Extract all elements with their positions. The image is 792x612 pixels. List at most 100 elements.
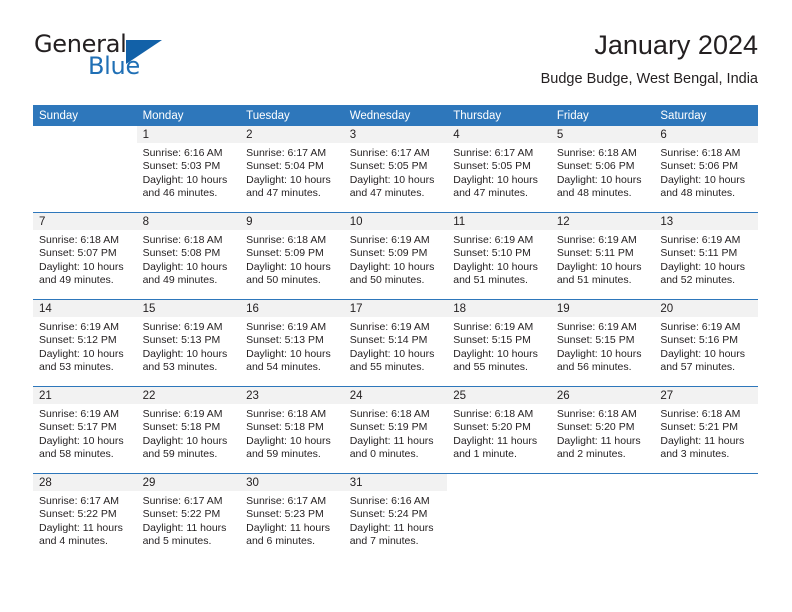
weekday-header-thursday: Thursday	[447, 105, 551, 126]
day-number: 4	[447, 126, 551, 143]
calendar-day-cell[interactable]: 6 Sunrise: 6:18 AM Sunset: 5:06 PM Daylight…	[654, 126, 758, 213]
day-sun-info: Sunrise: 6:19 AM Sunset: 5:13 PM Daylight:…	[240, 317, 344, 375]
calendar-day-cell[interactable]: 19 Sunrise: 6:19 AM Sunset: 5:15 PM Dayligh…	[550, 299, 655, 387]
calendar-day-cell[interactable]: 2 Sunrise: 6:17 AM Sunset: 5:04 PM Daylight…	[240, 126, 344, 213]
day-number	[654, 474, 758, 491]
calendar-day-cell[interactable]: 26 Sunrise: 6:18 AM Sunset: 5:20 PM Dayligh…	[550, 386, 655, 474]
sunset-text: Sunset: 5:03 PM	[142, 160, 221, 173]
sunset-text: Sunset: 5:13 PM	[142, 334, 221, 347]
day-sun-info: Sunrise: 6:17 AM Sunset: 5:05 PM Daylight:…	[344, 143, 448, 201]
weekday-header-sunday: Sunday	[33, 105, 137, 126]
sunset-text: Sunset: 5:18 PM	[246, 421, 324, 434]
day-number: 29	[136, 474, 241, 491]
calendar-day-cell[interactable]: 31 Sunrise: 6:16 AM Sunset: 5:24 PM Dayligh…	[343, 473, 448, 560]
day-sun-info: Sunrise: 6:19 AM Sunset: 5:13 PM Daylight:…	[137, 317, 241, 375]
daylight-text-line1: Daylight: 10 hours	[556, 347, 642, 360]
weekday-header-monday: Monday	[136, 105, 241, 126]
daylight-text-line2: and 1 minute.	[453, 448, 517, 461]
day-sun-info: Sunrise: 6:18 AM Sunset: 5:20 PM Daylight:…	[447, 404, 551, 462]
calendar-day-cell[interactable]: 15 Sunrise: 6:19 AM Sunset: 5:13 PM Dayligh…	[136, 299, 241, 387]
sunset-text: Sunset: 5:14 PM	[349, 334, 428, 347]
day-number: 26	[550, 387, 655, 404]
calendar-day-cell[interactable]: 16 Sunrise: 6:19 AM Sunset: 5:13 PM Dayligh…	[240, 299, 344, 387]
day-number: 10	[343, 213, 448, 230]
calendar-day-cell[interactable]: 4 Sunrise: 6:17 AM Sunset: 5:05 PM Daylight…	[447, 126, 551, 213]
daylight-text-line1: Daylight: 10 hours	[660, 173, 746, 186]
sunrise-text: Sunrise: 6:17 AM	[142, 495, 223, 507]
daylight-text-line2: and 51 minutes.	[556, 274, 632, 287]
daylight-text-line1: Daylight: 10 hours	[453, 347, 538, 360]
calendar-day-cell[interactable]: 7 Sunrise: 6:18 AM Sunset: 5:07 PM Daylight…	[33, 212, 137, 300]
calendar-day-cell[interactable]: 25 Sunrise: 6:18 AM Sunset: 5:20 PM Dayligh…	[447, 386, 551, 474]
calendar-day-cell[interactable]: 17 Sunrise: 6:19 AM Sunset: 5:14 PM Dayligh…	[343, 299, 448, 387]
sunrise-text: Sunrise: 6:18 AM	[246, 234, 327, 246]
sunset-text: Sunset: 5:09 PM	[246, 247, 324, 260]
day-sun-info: Sunrise: 6:18 AM Sunset: 5:19 PM Daylight:…	[344, 404, 448, 462]
calendar-day-cell[interactable]: 12 Sunrise: 6:19 AM Sunset: 5:11 PM Dayligh…	[550, 212, 655, 300]
day-sun-info: Sunrise: 6:19 AM Sunset: 5:17 PM Daylight:…	[33, 404, 137, 462]
calendar-day-cell[interactable]: 29 Sunrise: 6:17 AM Sunset: 5:22 PM Dayligh…	[136, 473, 241, 560]
day-number: 27	[654, 387, 758, 404]
calendar-day-cell[interactable]: 9 Sunrise: 6:18 AM Sunset: 5:09 PM Daylight…	[240, 212, 344, 300]
daylight-text-line2: and 3 minutes.	[660, 448, 730, 461]
calendar-day-cell[interactable]: 3 Sunrise: 6:17 AM Sunset: 5:05 PM Daylight…	[343, 126, 448, 213]
sunrise-text: Sunrise: 6:17 AM	[453, 147, 534, 159]
sunrise-text: Sunrise: 6:19 AM	[349, 321, 430, 333]
sunset-text: Sunset: 5:05 PM	[349, 160, 428, 173]
calendar-day-cell[interactable]: 20 Sunrise: 6:19 AM Sunset: 5:16 PM Dayligh…	[654, 299, 758, 387]
calendar-day-cell[interactable]: 30 Sunrise: 6:17 AM Sunset: 5:23 PM Dayligh…	[240, 473, 344, 560]
sunrise-text: Sunrise: 6:19 AM	[453, 234, 534, 246]
calendar-day-cell[interactable]: 8 Sunrise: 6:18 AM Sunset: 5:08 PM Daylight…	[136, 212, 241, 300]
calendar-day-cell[interactable]: 18 Sunrise: 6:19 AM Sunset: 5:15 PM Dayligh…	[447, 299, 551, 387]
calendar-day-cell[interactable]: 10 Sunrise: 6:19 AM Sunset: 5:09 PM Dayligh…	[343, 212, 448, 300]
sunrise-text: Sunrise: 6:19 AM	[556, 234, 637, 246]
calendar-day-cell[interactable]: 24 Sunrise: 6:18 AM Sunset: 5:19 PM Dayligh…	[343, 386, 448, 474]
day-number: 22	[136, 387, 241, 404]
day-sun-info: Sunrise: 6:17 AM Sunset: 5:23 PM Daylight:…	[240, 491, 344, 549]
calendar-day-cell[interactable]: 23 Sunrise: 6:18 AM Sunset: 5:18 PM Dayligh…	[240, 386, 344, 474]
calendar-week-row: 7 Sunrise: 6:18 AM Sunset: 5:07 PM Daylight…	[33, 212, 758, 300]
daylight-text-line1: Daylight: 10 hours	[349, 173, 435, 186]
day-number: 5	[550, 126, 655, 143]
calendar-day-cell[interactable]: 14 Sunrise: 6:19 AM Sunset: 5:12 PM Dayligh…	[33, 299, 137, 387]
daylight-text-line2: and 6 minutes.	[246, 535, 316, 548]
sunrise-text: Sunrise: 6:19 AM	[142, 408, 223, 420]
calendar-day-cell[interactable]: 5 Sunrise: 6:18 AM Sunset: 5:06 PM Daylight…	[550, 126, 655, 213]
day-sun-info: Sunrise: 6:16 AM Sunset: 5:24 PM Daylight:…	[344, 491, 448, 549]
calendar-day-cell[interactable]: 11 Sunrise: 6:19 AM Sunset: 5:10 PM Dayligh…	[447, 212, 551, 300]
day-sun-info: Sunrise: 6:17 AM Sunset: 5:05 PM Daylight:…	[447, 143, 551, 201]
weekday-header-saturday: Saturday	[654, 105, 758, 126]
day-number: 21	[33, 387, 137, 404]
sunset-text: Sunset: 5:07 PM	[39, 247, 117, 260]
sunset-text: Sunset: 5:20 PM	[453, 421, 531, 434]
calendar-day-cell[interactable]: 27 Sunrise: 6:18 AM Sunset: 5:21 PM Dayligh…	[654, 386, 758, 474]
daylight-text-line1: Daylight: 10 hours	[142, 260, 228, 273]
sunset-text: Sunset: 5:22 PM	[142, 508, 221, 521]
calendar-day-cell[interactable]: 13 Sunrise: 6:19 AM Sunset: 5:11 PM Dayligh…	[654, 212, 758, 300]
daylight-text-line2: and 59 minutes.	[246, 448, 321, 461]
sunrise-text: Sunrise: 6:19 AM	[660, 321, 741, 333]
day-number: 28	[33, 474, 137, 491]
calendar-day-cell[interactable]: 21 Sunrise: 6:19 AM Sunset: 5:17 PM Dayligh…	[33, 386, 137, 474]
day-number: 9	[240, 213, 344, 230]
sunrise-text: Sunrise: 6:18 AM	[349, 408, 430, 420]
calendar-day-cell[interactable]: 1 Sunrise: 6:16 AM Sunset: 5:03 PM Daylight…	[136, 126, 241, 213]
calendar-cell-empty	[550, 473, 655, 560]
daylight-text-line2: and 58 minutes.	[39, 448, 114, 461]
day-sun-info: Sunrise: 6:19 AM Sunset: 5:16 PM Daylight:…	[654, 317, 758, 375]
calendar-day-cell[interactable]: 28 Sunrise: 6:17 AM Sunset: 5:22 PM Dayligh…	[33, 473, 137, 560]
day-number: 19	[550, 300, 655, 317]
page-title: January 2024	[594, 30, 758, 60]
logo-text-blue: Blue	[88, 52, 140, 80]
sunrise-text: Sunrise: 6:19 AM	[349, 234, 430, 246]
day-number: 2	[240, 126, 344, 143]
daylight-text-line2: and 59 minutes.	[142, 448, 218, 461]
day-number: 7	[33, 213, 137, 230]
sunrise-text: Sunrise: 6:18 AM	[246, 408, 327, 420]
daylight-text-line1: Daylight: 10 hours	[142, 347, 228, 360]
daylight-text-line1: Daylight: 11 hours	[142, 521, 227, 534]
day-number: 14	[33, 300, 137, 317]
calendar-day-cell[interactable]: 22 Sunrise: 6:19 AM Sunset: 5:18 PM Dayligh…	[136, 386, 241, 474]
title-block: January 2024 Budge Budge, West Bengal, I…	[541, 28, 758, 90]
day-sun-info: Sunrise: 6:19 AM Sunset: 5:15 PM Daylight:…	[551, 317, 655, 375]
